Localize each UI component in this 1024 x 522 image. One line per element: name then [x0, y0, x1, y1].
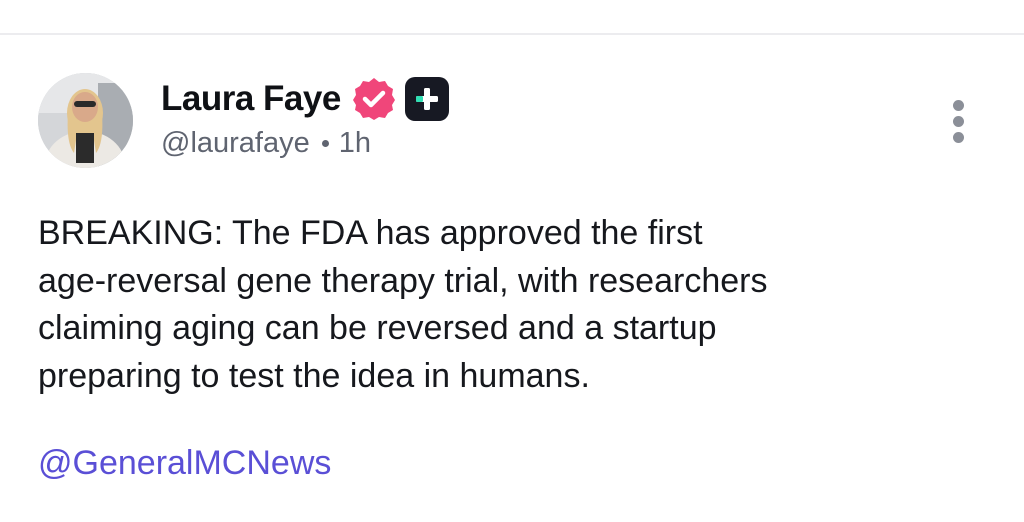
author-handle[interactable]: @laurafaye	[161, 127, 310, 160]
verified-badge-icon	[351, 76, 397, 122]
more-vertical-icon-dot	[952, 115, 964, 127]
mention-link[interactable]: @GeneralMCNews	[38, 444, 331, 483]
post-timestamp: 1h	[338, 127, 372, 159]
post-card[interactable]: Laura Faye @laurafaye 1h BREAKING: The F…	[0, 35, 1024, 522]
more-vertical-icon-dot	[952, 131, 964, 143]
plus-badge-icon	[404, 76, 450, 122]
more-vertical-icon	[952, 99, 964, 111]
more-options-button[interactable]	[936, 95, 980, 147]
author-display-name[interactable]: Laura Faye	[161, 79, 341, 119]
author-name-row: Laura Faye	[161, 75, 450, 123]
post-text: BREAKING: The FDA has approved the first…	[38, 214, 768, 395]
author-meta: @laurafaye 1h	[161, 127, 371, 160]
avatar[interactable]	[38, 73, 133, 168]
separator-dot	[321, 140, 329, 147]
